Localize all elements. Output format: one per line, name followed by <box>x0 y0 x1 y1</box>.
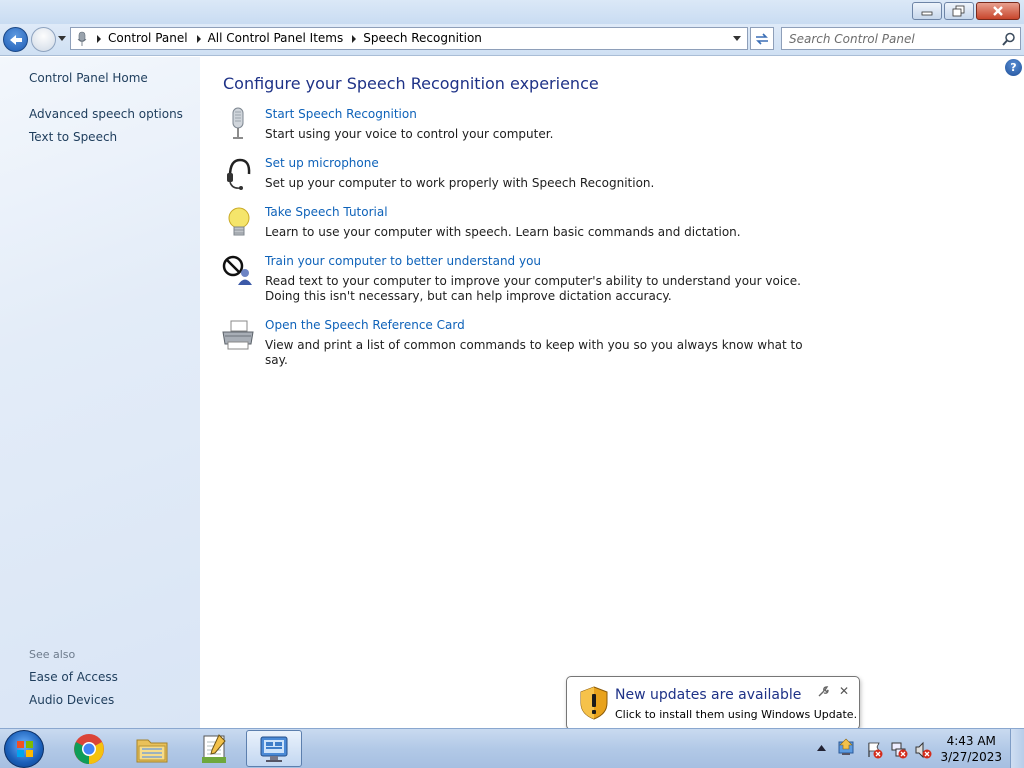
task-train-computer: Train your computer to better understand… <box>220 254 820 306</box>
taskbar-file-explorer[interactable] <box>124 730 180 767</box>
show-desktop-button[interactable] <box>1010 729 1024 768</box>
action-center-icon[interactable] <box>866 741 884 759</box>
page-title: Configure your Speech Recognition experi… <box>223 74 599 93</box>
main-content: ? Configure your Speech Recognition expe… <box>200 57 1024 728</box>
control-panel-home-link[interactable]: Control Panel Home <box>29 71 148 85</box>
breadcrumb-separator-icon[interactable] <box>93 28 105 49</box>
audio-devices-link[interactable]: Audio Devices <box>29 693 114 707</box>
task-start-speech-recognition: Start Speech Recognition Start using you… <box>220 107 820 143</box>
clock-date: 3/27/2023 <box>940 750 1002 764</box>
task-speech-reference-card: Open the Speech Reference Card View and … <box>220 318 820 367</box>
left-navigation-pane: Control Panel Home Advanced speech optio… <box>0 57 200 728</box>
help-icon[interactable]: ? <box>1005 59 1022 76</box>
close-icon <box>993 6 1003 16</box>
task-set-up-microphone: Set up microphone Set up your computer t… <box>220 156 820 192</box>
address-bar[interactable]: Control Panel All Control Panel Items Sp… <box>70 27 748 50</box>
take-speech-tutorial-link[interactable]: Take Speech Tutorial <box>265 205 388 219</box>
search-input[interactable] <box>782 28 992 49</box>
restore-button[interactable] <box>944 2 974 20</box>
explorer-icon <box>136 739 168 762</box>
breadcrumb-control-panel[interactable]: Control Panel <box>105 28 193 49</box>
speech-reference-card-link[interactable]: Open the Speech Reference Card <box>265 318 465 332</box>
clock-time: 4:43 AM <box>946 734 996 748</box>
minimize-button[interactable] <box>912 2 942 20</box>
title-bar <box>0 0 1024 24</box>
task-take-speech-tutorial: Take Speech Tutorial Learn to use your c… <box>220 205 820 241</box>
train-computer-link[interactable]: Train your computer to better understand… <box>265 254 541 268</box>
arrow-left-icon <box>9 34 22 45</box>
task-description: Read text to your computer to improve yo… <box>265 274 801 303</box>
forward-button[interactable] <box>31 27 56 52</box>
recent-pages-dropdown-icon[interactable] <box>58 35 67 43</box>
task-description: Set up your computer to work properly wi… <box>265 176 655 190</box>
restore-icon <box>952 5 965 17</box>
refresh-button[interactable] <box>750 27 774 50</box>
control-panel-icon <box>260 736 288 762</box>
notepad-icon <box>202 733 226 763</box>
breadcrumb-speech-recognition[interactable]: Speech Recognition <box>360 28 487 49</box>
task-description: View and print a list of common commands… <box>265 338 803 367</box>
address-mic-icon <box>71 28 93 49</box>
window-controls <box>910 2 1020 20</box>
headset-icon <box>220 156 256 192</box>
breadcrumb-separator-icon[interactable] <box>348 28 360 49</box>
windows-logo-icon <box>17 741 33 757</box>
clock[interactable]: 4:43 AM 3/27/2023 <box>940 733 1002 765</box>
notification-close-icon[interactable]: ✕ <box>839 684 849 698</box>
windows-update-tray-icon[interactable] <box>837 738 855 756</box>
breadcrumb-separator-icon[interactable] <box>193 28 205 49</box>
breadcrumb-all-items[interactable]: All Control Panel Items <box>205 28 349 49</box>
taskbar: 4:43 AM 3/27/2023 <box>0 728 1024 768</box>
search-icon[interactable] <box>1002 32 1016 46</box>
set-up-microphone-link[interactable]: Set up microphone <box>265 156 379 170</box>
taskbar-chrome[interactable] <box>61 730 117 767</box>
shield-warning-icon <box>580 686 608 720</box>
system-tray: 4:43 AM 3/27/2023 <box>814 729 1024 768</box>
navigation-bar: Control Panel All Control Panel Items Sp… <box>0 24 1024 56</box>
update-notification[interactable]: New updates are available Click to insta… <box>566 676 860 730</box>
start-button[interactable] <box>4 730 44 768</box>
refresh-icon <box>756 32 768 45</box>
notification-text: Click to install them using Windows Upda… <box>615 708 858 721</box>
back-button[interactable] <box>3 27 28 52</box>
close-button[interactable] <box>976 2 1020 20</box>
minimize-icon <box>921 11 933 16</box>
task-description: Learn to use your computer with speech. … <box>265 225 741 239</box>
text-to-speech-link[interactable]: Text to Speech <box>29 130 117 144</box>
ease-of-access-link[interactable]: Ease of Access <box>29 670 118 684</box>
advanced-speech-options-link[interactable]: Advanced speech options <box>29 107 183 121</box>
task-description: Start using your voice to control your c… <box>265 127 554 141</box>
chrome-icon <box>74 733 104 764</box>
see-also-heading: See also <box>29 648 76 661</box>
notification-title: New updates are available <box>615 687 802 703</box>
training-icon <box>220 254 256 290</box>
search-box[interactable] <box>781 27 1021 50</box>
network-icon[interactable] <box>890 741 908 759</box>
start-speech-recognition-link[interactable]: Start Speech Recognition <box>265 107 417 121</box>
lightbulb-icon <box>220 205 256 241</box>
wrench-icon[interactable] <box>817 686 829 698</box>
printer-icon <box>220 318 256 354</box>
taskbar-control-panel[interactable] <box>246 730 302 767</box>
address-dropdown-icon[interactable] <box>727 28 747 49</box>
microphone-icon <box>220 107 256 143</box>
volume-muted-icon[interactable] <box>914 741 932 759</box>
show-hidden-icons-icon[interactable] <box>817 744 826 752</box>
taskbar-notepad[interactable] <box>186 730 242 767</box>
